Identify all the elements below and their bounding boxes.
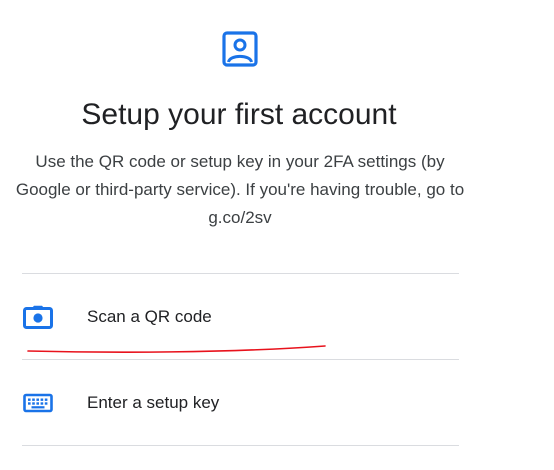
divider — [22, 359, 459, 360]
enter-setup-key-option[interactable]: Enter a setup key — [22, 361, 459, 445]
setup-screen: Setup your first account Use the QR code… — [0, 0, 554, 470]
camera-icon — [23, 305, 53, 329]
instructions-text: Use the QR code or setup key in your 2FA… — [15, 152, 465, 227]
scan-qr-code-option[interactable]: Scan a QR code — [22, 275, 459, 359]
keyboard-icon — [23, 393, 53, 413]
enter-setup-key-label: Enter a setup key — [87, 393, 220, 412]
scan-qr-code-label: Scan a QR code — [87, 307, 212, 326]
page-title: Setup your first account — [81, 98, 397, 131]
account-box-icon — [222, 31, 258, 67]
divider — [22, 445, 459, 446]
divider — [22, 273, 459, 274]
